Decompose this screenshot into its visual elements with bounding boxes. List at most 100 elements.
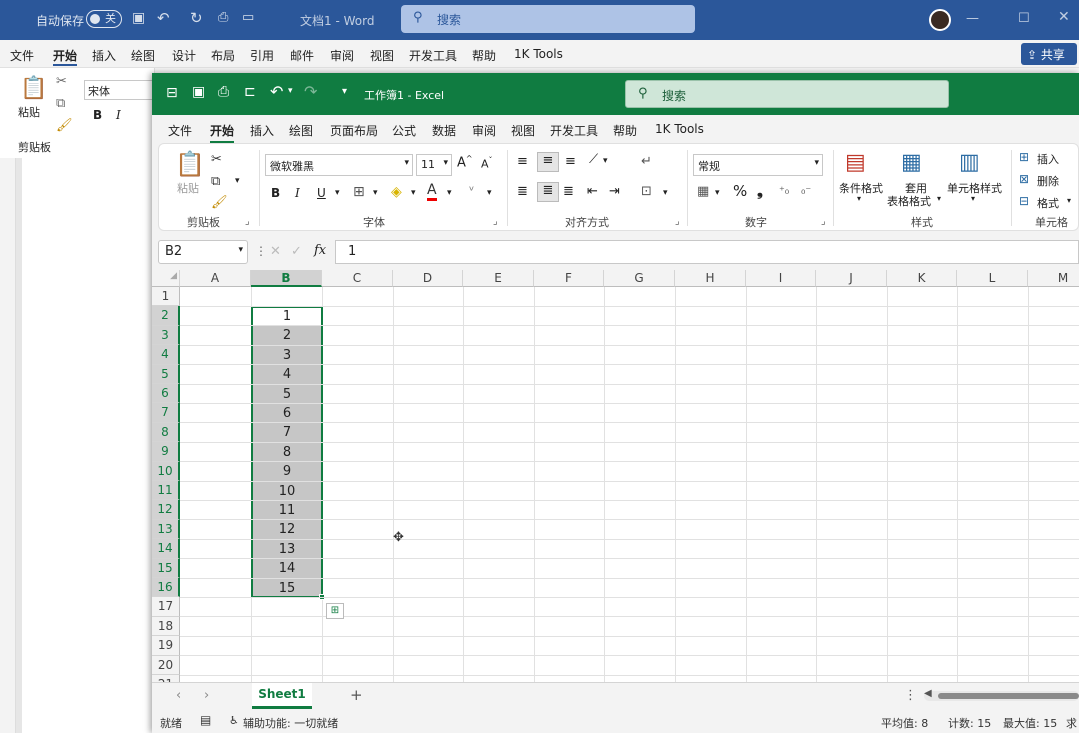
formula-input[interactable]: 1 [335,240,1079,264]
increase-indent-icon[interactable]: ⇥ [609,184,620,199]
row-header[interactable]: 7 [152,403,180,423]
cell-b3[interactable]: 2 [252,326,322,345]
column-header[interactable]: A [180,270,251,287]
redo-icon[interactable]: ↻ [190,9,203,27]
paste-label[interactable]: 粘贴 [177,180,199,196]
align-middle-icon[interactable]: ≡ [537,152,559,172]
cell-b10[interactable]: 9 [252,462,322,481]
minimize-icon[interactable]: — [966,11,979,26]
save-icon[interactable]: ▣ [192,84,205,100]
dialog-launcher-icon[interactable]: ⌟ [675,216,680,227]
column-header[interactable]: L [957,270,1028,287]
percent-button[interactable]: % [733,182,747,200]
cell-b8[interactable]: 7 [252,423,322,442]
delete-cells-icon[interactable]: ⊠ [1019,172,1029,186]
decrease-font-icon[interactable]: Aˇ [481,156,493,171]
cell-b7[interactable]: 6 [252,404,322,423]
tab-view[interactable]: 视图 [511,122,535,139]
redo-icon[interactable]: ↷ [304,82,317,101]
column-header[interactable]: B [251,270,322,287]
cell-b4[interactable]: 3 [252,346,322,365]
word-tab-home[interactable]: 开始 [53,47,78,66]
row-header[interactable]: 5 [152,364,180,384]
cell-b12[interactable]: 11 [252,501,322,520]
avatar[interactable] [929,9,951,31]
close-icon[interactable]: ✕ [1058,9,1070,25]
dialog-launcher-icon[interactable]: ⌟ [493,216,498,227]
word-copy-icon[interactable]: ⧉ [56,96,65,111]
number-format-box[interactable]: 常规 ▾ [693,154,823,176]
insert-function-button[interactable]: fx [314,243,326,258]
cell-style-icon[interactable]: ▥ [959,150,980,175]
comma-button[interactable]: ❟ [757,182,763,200]
font-name-box[interactable]: 微软雅黑 ▾ [265,154,413,176]
customize-qat-icon[interactable]: ▾ [342,86,347,97]
paste-icon[interactable]: 📋 [175,150,205,178]
row-header[interactable]: 10 [152,461,180,481]
row-header[interactable]: 1 [152,287,180,307]
phonetic-icon[interactable]: ᵛ [469,184,474,199]
row-header[interactable]: 8 [152,422,180,443]
cell-b16[interactable]: 15 [252,579,322,598]
row-header[interactable]: 16 [152,578,180,598]
row-header[interactable]: 15 [152,558,180,578]
tab-review[interactable]: 审阅 [472,122,496,139]
word-search-box[interactable]: ⚲ 搜索 [401,5,695,33]
chevron-down-icon[interactable]: ▾ [335,188,340,198]
italic-button[interactable]: I [295,186,300,200]
word-tab-references[interactable]: 引用 [250,47,274,64]
accounting-format-icon[interactable]: ▦ [697,184,709,199]
tab-help[interactable]: 帮助 [613,122,637,139]
table-format-label-2[interactable]: 表格格式 [887,193,931,209]
next-sheet-icon[interactable]: › [204,688,209,703]
chevron-down-icon[interactable]: ▾ [447,188,452,198]
word-italic-button[interactable]: I [116,108,121,122]
align-left-icon[interactable]: ≣ [517,184,528,199]
maximize-icon[interactable]: ☐ [1018,11,1030,26]
word-tab-draw[interactable]: 绘图 [131,47,155,64]
orientation-icon[interactable]: ⟋ [589,152,598,167]
bold-button[interactable]: B [271,186,280,200]
word-tab-file[interactable]: 文件 [10,47,34,64]
column-header[interactable]: C [322,270,393,287]
chevron-down-icon[interactable]: ▾ [663,188,668,198]
row-header[interactable]: 6 [152,384,180,404]
share-button[interactable]: ⇪ 共享 [1021,43,1077,65]
chevron-down-icon[interactable]: ▾ [715,188,720,198]
word-cut-icon[interactable]: ✂ [56,74,67,89]
undo-icon[interactable]: ↶ [270,82,283,101]
word-tab-developer[interactable]: 开发工具 [409,47,457,64]
cut-icon[interactable]: ✂ [211,152,222,167]
row-header[interactable]: 2 [152,306,180,326]
conditional-format-icon[interactable]: ▤ [845,150,866,175]
chevron-down-icon[interactable]: ▾ [971,194,975,203]
word-tab-insert[interactable]: 插入 [92,47,116,64]
insert-cells-label[interactable]: 插入 [1037,151,1059,167]
row-header[interactable]: 19 [152,636,180,656]
word-page[interactable] [22,158,155,733]
copy-icon[interactable]: ⧉ [211,174,220,189]
chevron-down-icon[interactable]: ▾ [411,188,416,198]
align-top-icon[interactable]: ≡ [517,154,528,169]
cell-b2[interactable]: 1 [252,307,322,326]
dialog-launcher-icon[interactable]: ⌟ [821,216,826,227]
align-right-icon[interactable]: ≣ [563,184,574,199]
tab-formulas[interactable]: 公式 [392,122,416,139]
prev-sheet-icon[interactable]: ‹ [176,688,181,703]
row-header[interactable]: 20 [152,655,180,675]
save-icon[interactable]: ▣ [132,10,145,26]
column-header[interactable]: F [534,270,604,287]
accessibility-status[interactable]: 辅助功能: 一切就绪 [243,715,338,731]
cell-b5[interactable]: 4 [252,365,322,384]
open-icon[interactable]: ▭ [242,10,254,25]
fill-color-icon[interactable]: ◈ [391,184,402,200]
chevron-down-icon[interactable]: ▾ [373,188,378,198]
column-header[interactable]: I [746,270,816,287]
row-header[interactable]: 14 [152,539,180,559]
row-header[interactable]: 4 [152,345,180,365]
border-icon[interactable]: ⊞ [353,184,365,200]
word-font-box[interactable]: 宋体 [84,80,155,100]
more-options-icon[interactable]: ⋮ [255,244,267,258]
word-tab-mailings[interactable]: 邮件 [290,47,314,64]
font-size-box[interactable]: 11 ▾ [416,154,452,176]
